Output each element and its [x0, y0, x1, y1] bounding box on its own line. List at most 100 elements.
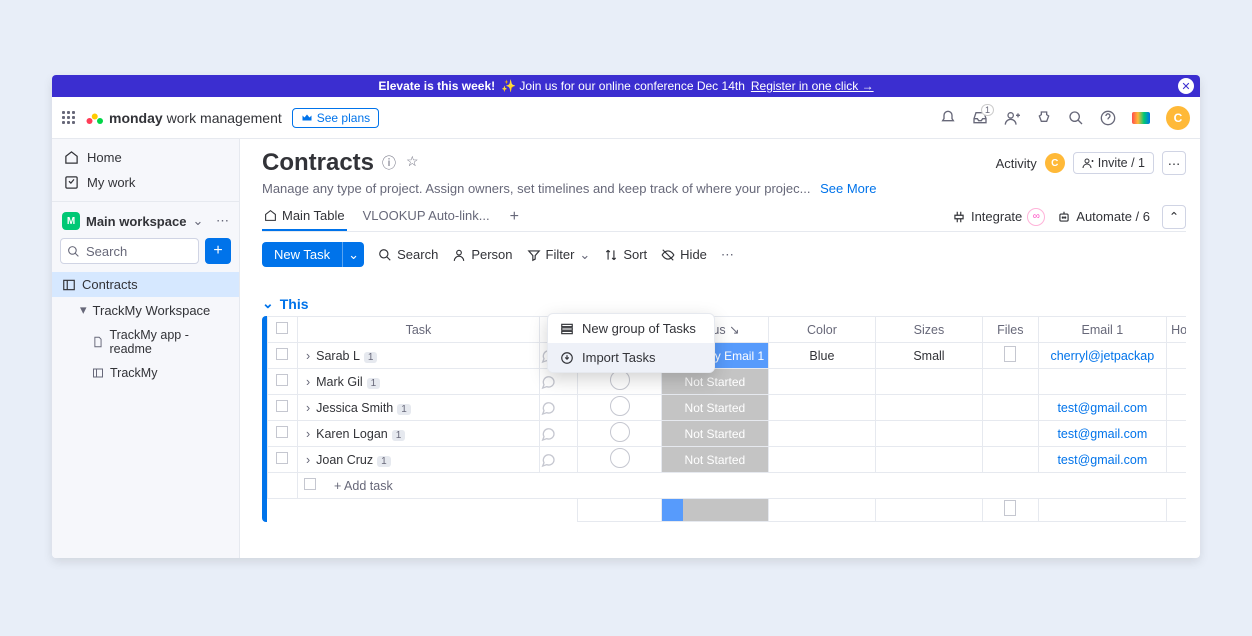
- row-checkbox[interactable]: [276, 452, 288, 464]
- tab-main-table[interactable]: Main Table: [262, 202, 347, 231]
- row-checkbox[interactable]: [276, 400, 288, 412]
- col-sizes[interactable]: Sizes: [875, 317, 982, 343]
- toolbar-hide[interactable]: Hide: [661, 247, 707, 262]
- table-row[interactable]: ›Mark Gil1Not Started1: [268, 369, 1187, 395]
- logo[interactable]: monday work management: [85, 109, 282, 127]
- chat-icon[interactable]: [540, 374, 578, 390]
- menu-new-group[interactable]: New group of Tasks: [548, 314, 714, 343]
- table-row[interactable]: ›Joan Cruz1Not Startedtest@gmail.com2: [268, 447, 1187, 473]
- size-cell[interactable]: [875, 395, 982, 421]
- col-task[interactable]: Task: [297, 317, 539, 343]
- size-cell[interactable]: [875, 369, 982, 395]
- banner-close-icon[interactable]: ✕: [1178, 78, 1194, 94]
- color-cell[interactable]: Blue: [768, 343, 875, 369]
- toolbar-search[interactable]: Search: [378, 247, 438, 262]
- file-cell[interactable]: [982, 421, 1038, 447]
- row-checkbox[interactable]: [276, 374, 288, 386]
- color-cell[interactable]: [768, 369, 875, 395]
- file-cell[interactable]: [982, 395, 1038, 421]
- owner-avatar[interactable]: [610, 448, 630, 468]
- color-cell[interactable]: [768, 447, 875, 473]
- checkbox[interactable]: [304, 478, 316, 490]
- nav-mywork[interactable]: My work: [52, 170, 239, 195]
- col-hourly[interactable]: Hourly: [1167, 317, 1186, 343]
- product-switcher-icon[interactable]: [1132, 112, 1150, 124]
- owner-avatar[interactable]: [610, 422, 630, 442]
- banner-link[interactable]: Register in one click →: [751, 79, 874, 93]
- table-row[interactable]: ›Jessica Smith1Not Startedtest@gmail.com…: [268, 395, 1187, 421]
- email-cell[interactable]: test@gmail.com: [1038, 447, 1166, 473]
- toolbar-sort[interactable]: Sort: [604, 247, 647, 262]
- chat-icon[interactable]: [540, 400, 578, 416]
- file-cell[interactable]: [982, 447, 1038, 473]
- board-options-icon[interactable]: ⋯: [1162, 151, 1186, 175]
- group-header[interactable]: ⌄ This: [262, 295, 1186, 312]
- status-cell[interactable]: Not Started: [661, 395, 768, 421]
- expand-icon[interactable]: ›: [306, 453, 310, 467]
- user-avatar[interactable]: C: [1166, 106, 1190, 130]
- menu-import-tasks[interactable]: Import Tasks: [548, 343, 714, 372]
- email-cell[interactable]: test@gmail.com: [1038, 395, 1166, 421]
- add-view-button[interactable]: +: [506, 208, 523, 226]
- toolbar-person[interactable]: Person: [452, 247, 512, 262]
- file-cell[interactable]: [982, 343, 1038, 369]
- owner-avatar[interactable]: [610, 370, 630, 390]
- add-task-row[interactable]: + Add task: [268, 473, 1187, 499]
- info-icon[interactable]: ⓘ: [382, 153, 396, 173]
- hourly-cell[interactable]: 1: [1167, 343, 1186, 369]
- toolbar-more-icon[interactable]: ⋯: [721, 247, 734, 263]
- tab-vlookup[interactable]: VLOOKUP Auto-link...: [361, 202, 492, 231]
- status-cell[interactable]: Not Started: [661, 447, 768, 473]
- col-color[interactable]: Color: [768, 317, 875, 343]
- sidebar-add-button[interactable]: +: [205, 238, 231, 264]
- see-plans-button[interactable]: See plans: [292, 108, 379, 128]
- size-cell[interactable]: [875, 447, 982, 473]
- sidebar-item-trackmy-workspace[interactable]: ▾ TrackMy Workspace: [52, 297, 239, 323]
- nav-home[interactable]: Home: [52, 145, 239, 170]
- owner-avatar[interactable]: [610, 396, 630, 416]
- sidebar-search-input[interactable]: Search: [60, 238, 199, 264]
- sidebar-item-contracts[interactable]: Contracts: [52, 272, 239, 297]
- expand-icon[interactable]: ›: [306, 401, 310, 415]
- activity-label[interactable]: Activity: [996, 156, 1037, 171]
- col-email1[interactable]: Email 1: [1038, 317, 1166, 343]
- row-checkbox[interactable]: [276, 348, 288, 360]
- help-icon[interactable]: [1100, 110, 1116, 126]
- status-cell[interactable]: Not Started: [661, 421, 768, 447]
- chat-icon[interactable]: [540, 452, 578, 468]
- new-task-button[interactable]: New Task ⌄: [262, 242, 364, 267]
- search-icon[interactable]: [1068, 110, 1084, 126]
- expand-icon[interactable]: ›: [306, 427, 310, 441]
- col-files[interactable]: Files: [982, 317, 1038, 343]
- email-cell[interactable]: test@gmail.com: [1038, 421, 1166, 447]
- inbox-icon[interactable]: 1: [972, 110, 988, 126]
- email-cell[interactable]: cherryl@jetpackap: [1038, 343, 1166, 369]
- favorite-icon[interactable]: ☆: [406, 153, 419, 173]
- size-cell[interactable]: [875, 421, 982, 447]
- table-row[interactable]: ›Sarab L1Viewed by Email 1BlueSmallcherr…: [268, 343, 1187, 369]
- hourly-cell[interactable]: 5: [1167, 421, 1186, 447]
- color-cell[interactable]: [768, 395, 875, 421]
- email-cell[interactable]: [1038, 369, 1166, 395]
- see-more-link[interactable]: See More: [820, 181, 876, 196]
- workspace-selector[interactable]: M Main workspace ⌄ ⋯: [52, 208, 239, 234]
- sidebar-item-trackmy[interactable]: TrackMy: [52, 361, 239, 385]
- invite-icon[interactable]: [1004, 110, 1020, 126]
- chat-icon[interactable]: [540, 426, 578, 442]
- integrate-button[interactable]: Integrate ∞: [952, 208, 1045, 226]
- table-row[interactable]: ›Karen Logan1Not Startedtest@gmail.com5: [268, 421, 1187, 447]
- automate-button[interactable]: Automate / 6: [1057, 209, 1150, 224]
- file-cell[interactable]: [982, 369, 1038, 395]
- select-all-checkbox[interactable]: [276, 322, 288, 334]
- expand-icon[interactable]: ›: [306, 349, 310, 363]
- new-task-dropdown-button[interactable]: ⌄: [342, 242, 364, 267]
- toolbar-filter[interactable]: Filter⌄: [527, 247, 591, 263]
- color-cell[interactable]: [768, 421, 875, 447]
- hourly-cell[interactable]: 2: [1167, 447, 1186, 473]
- expand-icon[interactable]: ›: [306, 375, 310, 389]
- workspace-menu-icon[interactable]: ⋯: [216, 213, 229, 229]
- sidebar-item-trackmy-readme[interactable]: TrackMy app - readme: [52, 323, 239, 361]
- hourly-cell[interactable]: 1: [1167, 369, 1186, 395]
- collapse-header-button[interactable]: ⌃: [1162, 205, 1186, 229]
- app-switcher-icon[interactable]: [62, 111, 75, 124]
